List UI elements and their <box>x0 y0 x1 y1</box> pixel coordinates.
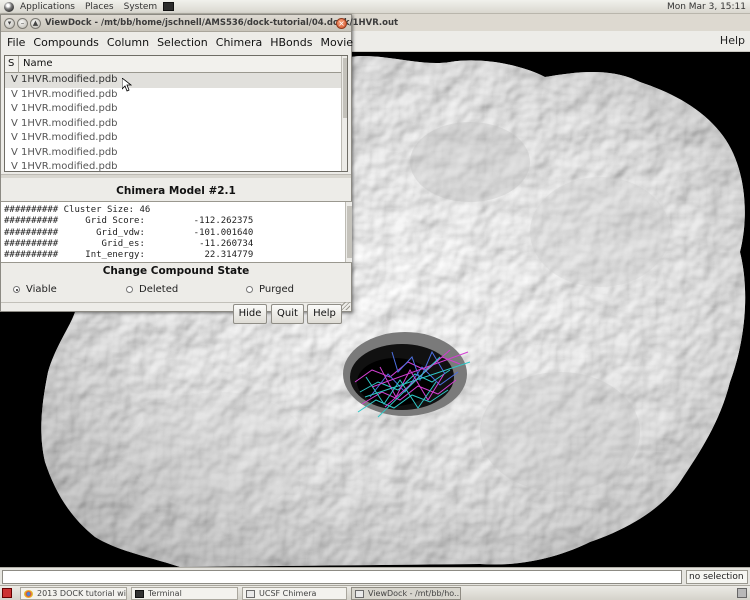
selection-status: no selection <box>686 570 748 584</box>
viable-radio[interactable]: Viable <box>13 284 57 295</box>
row-state: V <box>11 161 18 172</box>
column-header-s[interactable]: S <box>5 56 19 73</box>
taskbar-item-chrome[interactable]: 2013 DOCK tutorial wi... <box>20 587 127 600</box>
hide-button[interactable]: Hide <box>233 304 267 324</box>
column-header-name[interactable]: Name <box>19 56 343 73</box>
list-item[interactable]: V 1HVR.modified.pdb <box>5 160 343 172</box>
system-menu[interactable]: System <box>124 2 158 12</box>
chimera-titlebar <box>350 14 750 31</box>
command-line-input[interactable] <box>2 570 682 584</box>
window-menu-icon[interactable]: ▾ <box>4 18 15 29</box>
terminal-launcher-icon[interactable] <box>163 2 175 11</box>
row-state: V <box>11 117 18 129</box>
chimera-help-menu[interactable]: Help <box>720 34 745 47</box>
row-state: V <box>11 74 18 85</box>
menu-hbonds[interactable]: HBonds <box>270 36 312 49</box>
minimize-icon[interactable]: – <box>17 18 28 29</box>
row-name: 1HVR.modified.pdb <box>21 132 118 143</box>
row-state: V <box>11 132 18 143</box>
terminal-icon <box>135 589 144 598</box>
compound-state-radios: Viable Deleted Purged <box>1 284 351 298</box>
maximize-icon[interactable]: ▲ <box>30 18 41 29</box>
binding-pocket <box>343 332 467 416</box>
radio-dot[interactable] <box>126 286 133 293</box>
row-name: 1HVR.modified.pdb <box>21 117 118 129</box>
menu-file[interactable]: File <box>7 36 25 49</box>
window-icon <box>246 589 255 598</box>
menu-movie[interactable]: Movie <box>320 36 353 49</box>
change-state-title: Change Compound State <box>102 265 250 277</box>
taskbar-item-label: UCSF Chimera <box>259 589 317 598</box>
chrome-icon <box>24 589 33 598</box>
compound-list[interactable]: S Name V 1HVR.modified.pdb V 1HVR.modifi… <box>4 55 348 172</box>
viewdock-window: ▾ – ▲ ViewDock - /mt/bb/home/jschnell/AM… <box>0 14 398 324</box>
mouse-cursor-icon <box>122 78 132 92</box>
row-name: 1HVR.modified.pdb <box>21 103 118 114</box>
taskbar-item-chimera[interactable]: UCSF Chimera <box>242 587 347 600</box>
chimera-status-bar: no selection <box>0 567 750 585</box>
info-scrollbar[interactable] <box>345 202 352 262</box>
menu-compounds[interactable]: Compounds <box>33 36 99 49</box>
show-desktop-icon[interactable] <box>2 588 12 598</box>
list-item[interactable]: V 1HVR.modified.pdb <box>5 102 343 117</box>
ubuntu-logo-icon[interactable] <box>4 1 14 12</box>
row-name: 1HVR.modified.pdb <box>21 88 118 100</box>
applications-menu[interactable]: Applications <box>20 2 75 12</box>
taskbar-item-label: Terminal <box>148 589 182 598</box>
taskbar-item-viewdock[interactable]: ViewDock - /mt/bb/ho... <box>351 587 461 600</box>
deleted-radio[interactable]: Deleted <box>126 284 178 295</box>
row-state: V <box>11 88 18 100</box>
menu-chimera[interactable]: Chimera <box>216 36 262 49</box>
menu-column[interactable]: Column <box>107 36 149 49</box>
info-line: ########## Int_energy: 22.314779 <box>4 250 254 261</box>
list-item[interactable]: V 1HVR.modified.pdb <box>5 117 343 132</box>
clock[interactable]: Mon Mar 3, 15:11 <box>667 2 746 12</box>
menu-selection[interactable]: Selection <box>157 36 208 49</box>
places-menu[interactable]: Places <box>85 2 114 12</box>
taskbar-item-label: ViewDock - /mt/bb/ho... <box>368 589 461 598</box>
compound-list-scrollbar[interactable] <box>341 56 347 171</box>
window-icon <box>355 589 364 598</box>
info-line: ########## Grid Score: -112.262375 <box>4 216 254 227</box>
radio-label: Purged <box>259 284 294 295</box>
taskbar-item-label: 2013 DOCK tutorial wi... <box>37 589 127 598</box>
row-name: 1HVR.modified.pdb <box>21 146 118 158</box>
list-item[interactable]: V 1HVR.modified.pdb <box>5 131 343 146</box>
info-line: ########## Grid_es: -11.260734 <box>4 238 254 249</box>
scrollbar-thumb[interactable] <box>343 58 347 118</box>
row-name: 1HVR.modified.pdb <box>21 161 118 172</box>
taskbar: 2013 DOCK tutorial wi... Terminal UCSF C… <box>0 585 750 600</box>
row-state: V <box>11 103 18 114</box>
compound-info-panel[interactable]: ########## Cluster Size: 46 ########## G… <box>1 201 352 263</box>
purged-radio[interactable]: Purged <box>246 284 294 295</box>
resize-grip-icon[interactable] <box>342 302 350 310</box>
quit-button[interactable]: Quit <box>271 304 304 324</box>
system-top-bar: Applications Places System Mon Mar 3, 15… <box>0 0 750 14</box>
list-item[interactable]: V 1HVR.modified.pdb <box>5 88 343 103</box>
viewdock-titlebar[interactable]: ▾ – ▲ ViewDock - /mt/bb/home/jschnell/AM… <box>1 15 398 32</box>
compound-list-header: S Name <box>5 56 343 73</box>
row-name: 1HVR.modified.pdb <box>21 74 118 85</box>
separator <box>1 302 351 303</box>
radio-label: Viable <box>26 284 57 295</box>
radio-dot[interactable] <box>246 286 253 293</box>
trash-icon[interactable] <box>737 588 747 598</box>
scrollbar-thumb[interactable] <box>347 206 352 258</box>
taskbar-item-terminal[interactable]: Terminal <box>131 587 238 600</box>
info-line: ########## Cluster Size: 46 <box>4 205 151 215</box>
viewdock-menubar: File Compounds Column Selection Chimera … <box>1 32 353 53</box>
radio-dot[interactable] <box>13 286 20 293</box>
close-icon[interactable]: × <box>336 18 347 29</box>
info-line: ########## Grid_vdw: -101.001640 <box>4 227 254 238</box>
pane-divider[interactable] <box>1 174 351 178</box>
list-item[interactable]: V 1HVR.modified.pdb <box>5 146 343 161</box>
radio-label: Deleted <box>139 284 179 295</box>
chimera-menubar: Help <box>350 31 750 52</box>
model-title: Chimera Model #2.1 <box>116 185 236 197</box>
help-button[interactable]: Help <box>307 304 342 324</box>
row-state: V <box>11 146 18 158</box>
list-item[interactable]: V 1HVR.modified.pdb <box>5 73 343 88</box>
